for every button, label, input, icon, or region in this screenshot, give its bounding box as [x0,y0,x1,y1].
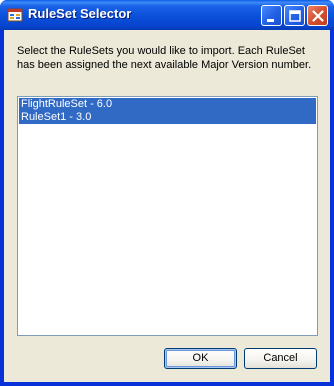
ruleset-item-ruleset1[interactable]: RuleSet1 - 3.0 [19,111,316,124]
ruleset-listbox[interactable]: FlightRuleSet - 6.0 RuleSet1 - 3.0 [17,96,318,336]
ok-button[interactable]: OK [164,348,237,369]
close-button[interactable] [307,5,328,26]
maximize-icon [289,10,301,22]
minimize-button[interactable] [261,5,282,26]
title-bar[interactable]: RuleSet Selector [0,0,334,30]
instructions-line-1: Select the RuleSets you would like to im… [17,45,305,57]
window-title: RuleSet Selector [28,6,132,21]
instructions-line-2: has been assigned the next available Maj… [17,59,312,71]
cancel-button[interactable]: Cancel [244,348,317,369]
close-icon [312,10,324,22]
app-window-icon [7,8,23,22]
minimize-icon [267,19,274,22]
ruleset-selector-dialog: RuleSet Selector Select the RuleSets you… [0,0,334,386]
instructions-text: Select the RuleSets you would like to im… [17,44,317,72]
dialog-body: Select the RuleSets you would like to im… [4,30,330,382]
maximize-button[interactable] [284,5,305,26]
ruleset-item-flightruleset[interactable]: FlightRuleSet - 6.0 [19,98,316,111]
